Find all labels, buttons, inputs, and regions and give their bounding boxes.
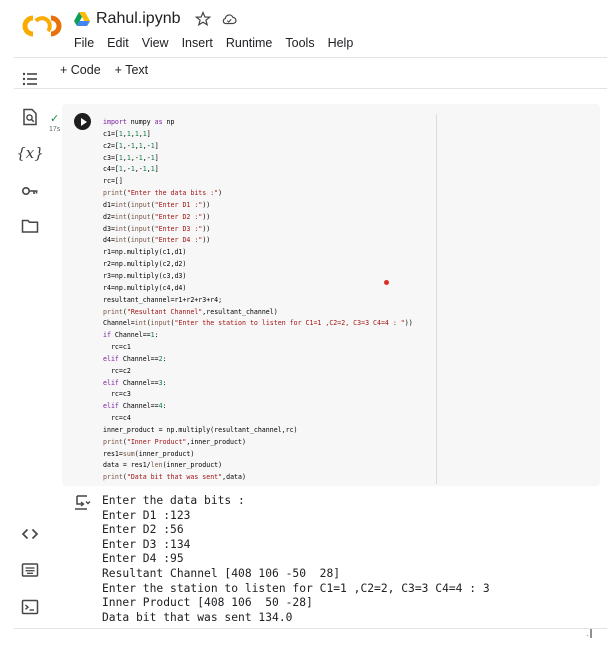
output-line: Enter D4 :95 xyxy=(102,552,184,566)
cursor-marker xyxy=(384,280,389,285)
resize-handle-icon[interactable] xyxy=(580,627,592,639)
code-snippets-icon[interactable] xyxy=(20,524,40,544)
output-line: Enter D1 :123 xyxy=(102,508,191,522)
execution-time: 17s xyxy=(49,126,61,133)
variables-icon[interactable]: {x} xyxy=(16,143,44,163)
toc-icon[interactable] xyxy=(20,69,40,89)
output-line: Enter D3 :134 xyxy=(102,537,191,551)
menu-help[interactable]: Help xyxy=(328,36,361,50)
cell-output: Enter the data bits : Enter D1 :123 Enter … xyxy=(102,494,490,625)
toolbar-divider xyxy=(14,88,607,89)
output-line: Enter D2 :56 xyxy=(102,523,184,537)
output-line: Inner Product [408 106 50 -28] xyxy=(102,596,313,610)
output-line: Data bit that was sent 134.0 xyxy=(102,610,293,624)
key-icon[interactable] xyxy=(20,181,40,201)
code-editor[interactable]: import numpy as np c1=[1,1,1,1] c2=[1,-1… xyxy=(103,117,413,484)
folder-icon[interactable] xyxy=(20,216,40,236)
menu-file[interactable]: File xyxy=(74,36,101,50)
command-palette-icon[interactable] xyxy=(20,560,40,580)
add-code-button[interactable]: + Code xyxy=(60,63,101,77)
output-line: Enter the station to listen for C1=1 ,C2… xyxy=(102,581,490,595)
colab-logo[interactable] xyxy=(22,14,62,38)
cloud-icon[interactable] xyxy=(221,11,237,27)
output-line: Enter the data bits : xyxy=(102,494,245,507)
notebook-toolbar: + Code + Text xyxy=(60,63,148,77)
find-icon[interactable] xyxy=(20,107,40,127)
add-text-button[interactable]: + Text xyxy=(115,63,148,77)
star-icon[interactable] xyxy=(194,11,211,27)
output-line: Resultant Channel [408 106 -50 28] xyxy=(102,566,341,580)
terminal-icon[interactable] xyxy=(20,597,40,617)
output-icon[interactable] xyxy=(72,493,92,511)
menu-tools[interactable]: Tools xyxy=(285,36,321,50)
menu-edit[interactable]: Edit xyxy=(107,36,136,50)
run-icon[interactable] xyxy=(74,113,91,130)
menu-view[interactable]: View xyxy=(142,36,176,50)
execution-status-icon: ✓ xyxy=(50,113,60,125)
editor-ruler xyxy=(436,114,437,484)
menu-bar: File Edit View Insert Runtime Tools Help xyxy=(74,36,366,50)
menu-runtime[interactable]: Runtime xyxy=(226,36,280,50)
bottom-divider xyxy=(14,628,607,629)
notebook-title[interactable]: Rahul.ipynb xyxy=(96,10,181,28)
header-divider xyxy=(14,57,607,58)
drive-icon xyxy=(74,12,90,26)
menu-insert[interactable]: Insert xyxy=(182,36,220,50)
